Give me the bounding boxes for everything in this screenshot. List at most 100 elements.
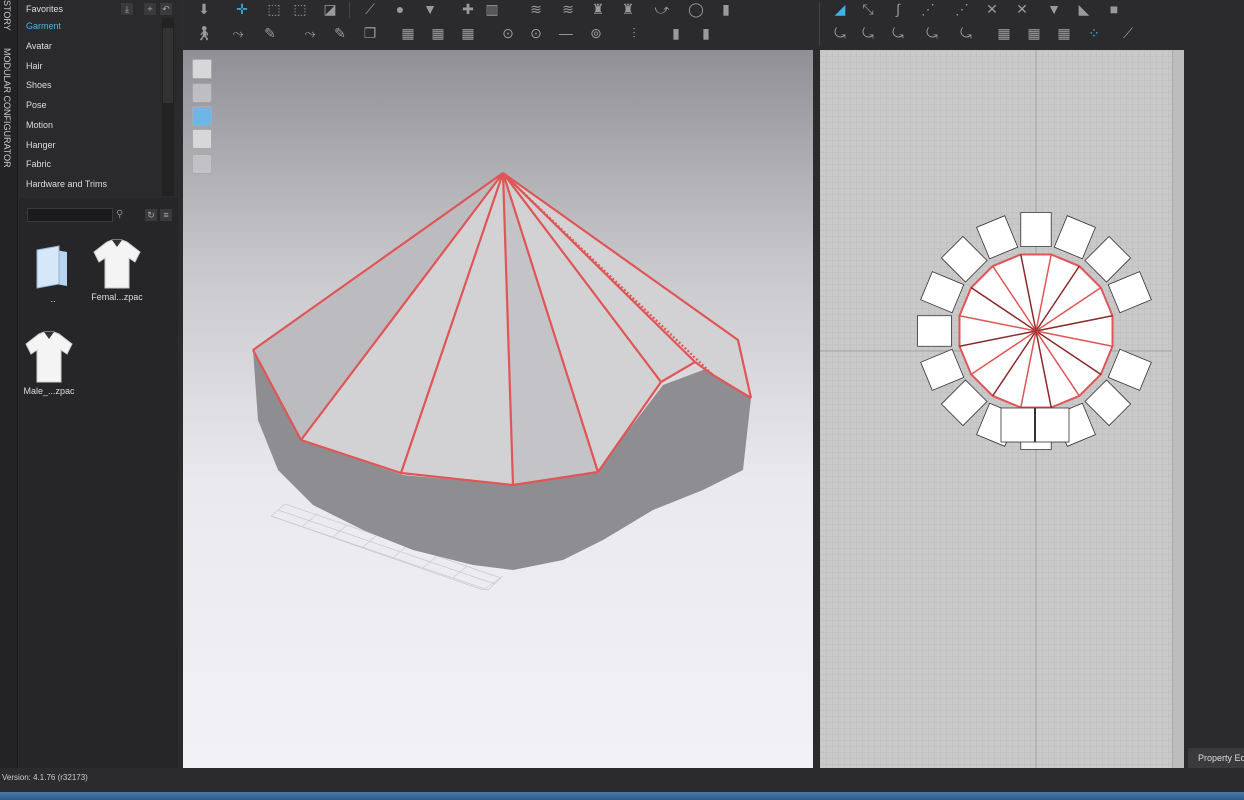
pattern-piece-skirt[interactable] xyxy=(920,348,965,391)
add-icon[interactable]: + xyxy=(144,3,156,15)
fold-icon[interactable]: ◪ xyxy=(321,0,339,18)
category-hair[interactable]: Hair xyxy=(26,61,43,71)
pattern-icon[interactable]: ▦ xyxy=(459,24,477,42)
category-scrollbar[interactable] xyxy=(162,18,174,196)
2d-sew2-icon[interactable]: ⤿ xyxy=(859,24,877,42)
select-box-icon[interactable]: ⬚ xyxy=(265,0,283,18)
texture-view-icon[interactable] xyxy=(192,106,212,126)
file-item-parent-folder[interactable]: .. xyxy=(21,242,85,304)
avatar-hide-icon[interactable] xyxy=(192,83,212,103)
fabric-roll-icon[interactable]: ▮ xyxy=(697,24,715,42)
2d-curve-icon[interactable]: ∫ xyxy=(889,0,907,18)
arrow-down-icon[interactable]: ⬇ xyxy=(195,0,213,18)
2d-graphic-icon[interactable]: ▦ xyxy=(995,24,1013,42)
arrange-icon[interactable]: ✚ xyxy=(459,0,477,18)
2d-pattern2-icon[interactable]: ▦ xyxy=(1055,24,1073,42)
back-icon[interactable]: ↶ xyxy=(160,3,172,15)
2d-sew4-icon[interactable]: ⤿ xyxy=(923,24,941,42)
2d-cross-icon[interactable]: ✕ xyxy=(983,0,1001,18)
line-icon[interactable]: — xyxy=(557,24,575,42)
pattern-piece-skirt[interactable] xyxy=(1084,379,1132,427)
zipper-icon[interactable]: ⫶ xyxy=(625,24,643,42)
stack-icon[interactable]: ≋ xyxy=(559,0,577,18)
2d-rect-icon[interactable]: ■ xyxy=(1105,0,1123,18)
2d-pattern-window[interactable] xyxy=(820,50,1184,768)
category-motion[interactable]: Motion xyxy=(26,120,53,130)
download-icon[interactable]: ⤓ xyxy=(121,3,133,15)
2d-patterns[interactable] xyxy=(820,50,1172,768)
line-pen-icon[interactable]: ✎ xyxy=(331,24,349,42)
pattern-piece-skirt[interactable] xyxy=(920,271,965,314)
pattern-piece-skirt[interactable] xyxy=(940,235,988,283)
scale-box-icon[interactable]: ⬚ xyxy=(291,0,309,18)
2d-sew3-icon[interactable]: ⤿ xyxy=(889,24,907,42)
2d-transform-icon[interactable]: ⤡ xyxy=(859,0,877,18)
book-icon[interactable]: ▥ xyxy=(483,0,501,18)
3d-viewport[interactable] xyxy=(183,50,813,768)
circle-measure-icon[interactable]: ◯ xyxy=(687,0,705,18)
pattern-piece-skirt[interactable] xyxy=(1107,271,1152,314)
avatar-toggle-icon[interactable] xyxy=(192,59,212,79)
2d-select-icon[interactable]: ◢ xyxy=(831,0,849,18)
pattern-piece-skirt[interactable] xyxy=(976,215,1019,260)
category-garment[interactable]: Garment xyxy=(26,21,61,31)
file-item-female[interactable]: Femal...zpac xyxy=(85,238,149,302)
fabric-select-icon[interactable]: ▮ xyxy=(667,24,685,42)
2d-polygon-icon[interactable]: ◣ xyxy=(1075,0,1093,18)
pattern-piece-skirt[interactable] xyxy=(1107,348,1152,391)
file-item-male[interactable]: Male_...zpac xyxy=(17,330,81,396)
tab-history[interactable]: STORY xyxy=(2,0,12,31)
pattern-piece-skirt[interactable] xyxy=(1084,235,1132,283)
category-hanger[interactable]: Hanger xyxy=(26,140,56,150)
curve-pen-icon[interactable]: ✎ xyxy=(261,24,279,42)
library-search-input[interactable] xyxy=(27,208,113,222)
2d-scrollbar[interactable] xyxy=(1172,50,1184,768)
refresh-icon[interactable]: ↻ xyxy=(145,209,157,221)
tshirt-icon xyxy=(93,239,141,289)
tab-property-editor[interactable]: Property Editor xyxy=(1188,748,1244,768)
pattern-piece-skirt[interactable] xyxy=(940,379,988,427)
category-fabric[interactable]: Fabric xyxy=(26,159,51,169)
2d-sew5-icon[interactable]: ⤿ xyxy=(957,24,975,42)
buttonhole-icon[interactable]: ⊚ xyxy=(587,24,605,42)
search-icon[interactable]: ⚲ xyxy=(116,209,123,220)
2d-grain-icon[interactable]: ⁘ xyxy=(1085,24,1103,42)
shirt-tool-icon[interactable]: ▼ xyxy=(421,0,439,18)
shading-icon[interactable] xyxy=(192,129,212,149)
pattern-piece-skirt[interactable] xyxy=(917,315,952,347)
3d-garment[interactable] xyxy=(183,50,813,768)
2d-shirt-icon[interactable]: ▼ xyxy=(1045,0,1063,18)
pin-icon[interactable]: ⟋ xyxy=(361,0,379,18)
dress-select-icon[interactable]: ♜ xyxy=(619,0,637,18)
2d-pattern-icon[interactable]: ▦ xyxy=(1025,24,1043,42)
walk-icon[interactable]: 🚶︎ xyxy=(195,24,213,42)
2d-add-point-icon[interactable]: ⋰ xyxy=(953,0,971,18)
2d-point-icon[interactable]: ⋰ xyxy=(919,0,937,18)
pattern-select-icon[interactable]: ▦ xyxy=(429,24,447,42)
dress-icon[interactable]: ♜ xyxy=(589,0,607,18)
layer-icon[interactable]: ≋ xyxy=(527,0,545,18)
ruler-icon[interactable]: ▮ xyxy=(717,0,735,18)
graphic-icon[interactable]: ▦ xyxy=(399,24,417,42)
favorites-header[interactable]: Favorites xyxy=(26,4,63,14)
pattern-piece-skirt[interactable] xyxy=(1020,212,1052,247)
button-icon[interactable]: ⊙ xyxy=(527,24,545,42)
edit-curve-icon[interactable]: ⤳ xyxy=(229,24,247,42)
pattern-piece-skirt[interactable] xyxy=(1053,215,1096,260)
2d-sew-icon[interactable]: ⤿ xyxy=(831,24,849,42)
avatar-pin-icon[interactable]: ● xyxy=(391,0,409,18)
copy-shirt-icon[interactable]: ❐ xyxy=(361,24,379,42)
edit-line-icon[interactable]: ⤳ xyxy=(301,24,319,42)
category-shoes[interactable]: Shoes xyxy=(26,80,52,90)
transform-icon[interactable]: ✛ xyxy=(233,0,251,18)
2d-measure-icon[interactable]: ⟋ xyxy=(1119,24,1137,42)
list-view-icon[interactable]: ≡ xyxy=(160,209,172,221)
category-hardware-and-trims[interactable]: Hardware and Trims xyxy=(26,179,107,189)
category-pose[interactable]: Pose xyxy=(26,100,47,110)
category-avatar[interactable]: Avatar xyxy=(26,41,52,51)
2d-split-icon[interactable]: ✕ xyxy=(1013,0,1031,18)
tab-modular-configurator[interactable]: MODULAR CONFIGURATOR xyxy=(2,48,12,168)
button-select-icon[interactable]: ⊙ xyxy=(499,24,517,42)
xray-icon[interactable] xyxy=(192,154,212,174)
tape-icon[interactable]: ⤻ xyxy=(653,0,671,18)
